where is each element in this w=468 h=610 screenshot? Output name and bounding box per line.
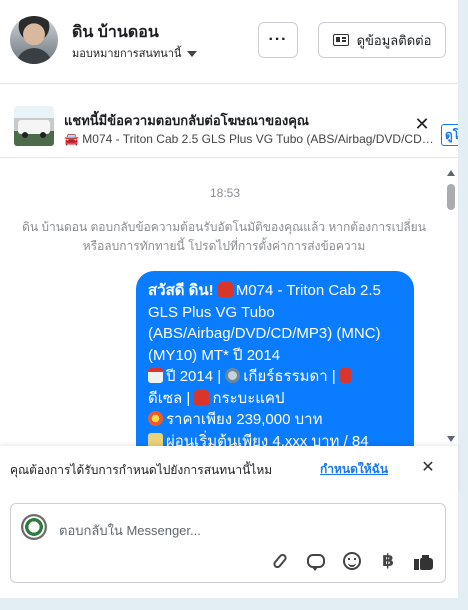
scroll-up-arrow-icon[interactable]	[447, 170, 455, 176]
view-ad-link[interactable]: ดูโ	[441, 124, 458, 146]
assign-conversation-dropdown[interactable]: มอบหมายการสนทนานี้	[72, 44, 198, 62]
car-icon	[217, 282, 233, 297]
message-composer[interactable]: ตอบกลับใน Messenger... ฿	[10, 503, 446, 583]
notice-close-icon[interactable]: ✕	[420, 460, 436, 476]
ad-banner-close-icon[interactable]: ✕	[414, 115, 430, 134]
page-avatar	[21, 514, 47, 540]
view-contact-info-label: ดูข้อมูลติดต่อ	[356, 32, 432, 48]
chat-bubble-icon	[307, 554, 325, 571]
messages-scrollbar[interactable]	[444, 166, 458, 446]
view-contact-info-button[interactable]: ดูข้อมูลติดต่อ	[318, 22, 446, 58]
bubble-line: สวัสดี ดิน! M074 - Triton Cab 2.5	[148, 282, 381, 299]
ad-banner-subtitle: 🚘 M074 - Triton Cab 2.5 GLS Plus VG Tubo…	[64, 132, 436, 146]
contact-name[interactable]: ดิน บ้านดอน	[72, 20, 159, 45]
collision-icon	[148, 411, 163, 426]
bubble-line: (ABS/Airbag/DVD/CD/MP3) (MNC)	[148, 325, 381, 342]
message-timestamp: 18:53	[209, 186, 241, 200]
car-icon	[194, 389, 210, 405]
thumbs-up-icon	[414, 552, 434, 570]
payment-button[interactable]: ฿	[377, 550, 399, 572]
emoji-button[interactable]	[341, 550, 363, 572]
message-bubble[interactable]: สวัสดี ดิน! M074 - Triton Cab 2.5 GLS Pl…	[136, 271, 414, 471]
caret-down-icon	[187, 50, 198, 57]
bubble-line: ดีเซล | กระบะแคป	[148, 389, 285, 407]
attach-file-button[interactable]	[269, 550, 291, 572]
gear-icon	[225, 368, 241, 383]
scrollbar-thumb[interactable]	[447, 184, 455, 210]
ad-thumbnail[interactable]	[14, 106, 54, 146]
like-button[interactable]	[413, 550, 435, 572]
ad-reply-banner: แชทนี้มีข้อความตอบกลับต่อโฆษณาของคุณ 🚘 M…	[0, 96, 458, 158]
bubble-line: ราคาเพียง 239,000 บาท	[148, 409, 402, 431]
assign-notice-bar: คุณต้องการได้รับการกำหนดไปยังการสนทนานี้…	[0, 446, 458, 492]
paperclip-icon	[271, 552, 289, 570]
assign-to-me-link[interactable]: กำหนดให้ฉัน	[320, 460, 388, 479]
smiley-icon	[343, 552, 361, 570]
calendar-icon	[148, 368, 163, 383]
assign-label: มอบหมายการสนทนานี้	[72, 48, 182, 60]
assign-notice-text: คุณต้องการได้รับการกำหนดไปยังการสนทนานี้…	[10, 463, 273, 477]
saved-replies-button[interactable]	[305, 550, 327, 572]
bubble-line: (MY10) MT* ปี 2014	[148, 346, 281, 364]
system-message: ดิน บ้านดอน ตอบกลับข้อความต้อนรับอัตโนมั…	[22, 220, 426, 253]
scroll-down-arrow-icon[interactable]	[447, 436, 455, 442]
contact-avatar[interactable]	[10, 16, 58, 64]
bubble-line: ปี 2014 | เกียร์ธรรมดา |	[148, 366, 402, 388]
contact-card-icon	[332, 34, 349, 46]
fuel-pump-icon	[339, 368, 351, 383]
conversation-header: ดิน บ้านดอน มอบหมายการสนทนานี้ ··· ดูข้อ…	[0, 0, 458, 84]
conversation-panel: ดิน บ้านดอน มอบหมายการสนทนานี้ ··· ดูข้อ…	[0, 0, 458, 598]
reply-input[interactable]: ตอบกลับใน Messenger...	[59, 520, 201, 541]
ad-banner-title: แชทนี้มีข้อความตอบกลับต่อโฆษณาของคุณ	[64, 113, 309, 128]
more-options-button[interactable]: ···	[258, 22, 298, 58]
bubble-line: GLS Plus VG Tubo	[148, 303, 275, 321]
